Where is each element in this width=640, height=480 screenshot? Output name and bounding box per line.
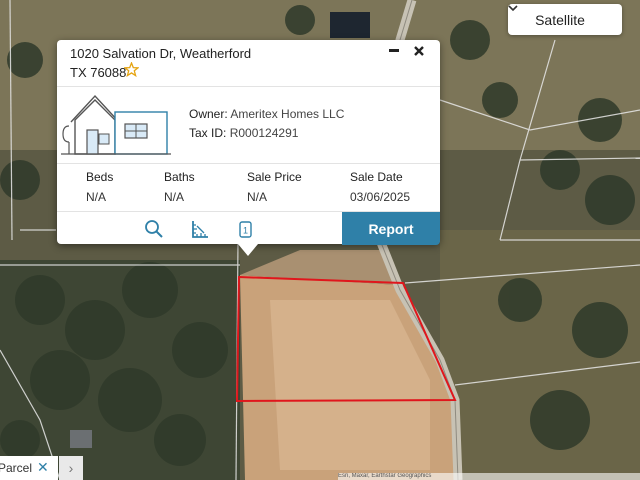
svg-text:1: 1 bbox=[243, 226, 248, 236]
satellite-map[interactable]: Satellite 1020 Salvation Dr, Weatherford… bbox=[0, 0, 640, 480]
stat-label: Beds bbox=[86, 170, 114, 184]
close-parcel-tab-icon[interactable]: ✕ bbox=[37, 459, 49, 476]
property-popup: 1020 Salvation Dr, Weatherford TX 76088 bbox=[57, 40, 440, 256]
stat-sale-price: Sale Price N/A bbox=[247, 170, 302, 204]
stat-beds: Beds N/A bbox=[86, 170, 113, 204]
stat-value: N/A bbox=[86, 190, 107, 204]
layer-select-label: Satellite bbox=[535, 11, 585, 28]
owner-value: Ameritex Homes LLC bbox=[230, 107, 345, 121]
report-button[interactable]: Report bbox=[342, 212, 440, 245]
owner-label: Owner: bbox=[189, 107, 228, 121]
parcel-tab-label: Parcel bbox=[0, 461, 33, 475]
stat-value: N/A bbox=[164, 190, 185, 204]
chevron-right-icon[interactable]: › bbox=[59, 456, 83, 480]
stat-sale-date: Sale Date 03/06/2025 bbox=[350, 170, 410, 204]
stat-label: Sale Price bbox=[247, 170, 302, 184]
tax-id-label: Tax ID: bbox=[189, 126, 227, 140]
property-stats: Beds N/A Baths N/A Sale Price N/A Sale D… bbox=[57, 163, 440, 212]
tax-id-value: R000124291 bbox=[229, 126, 299, 140]
stat-label: Baths bbox=[164, 170, 195, 184]
stat-value: 03/06/2025 bbox=[350, 190, 411, 204]
owner-info: Owner: Ameritex Homes LLC bbox=[189, 107, 344, 121]
popup-header: 1020 Salvation Dr, Weatherford TX 76088 bbox=[57, 40, 440, 87]
stat-label: Sale Date bbox=[350, 170, 403, 184]
layer-select-button[interactable]: Satellite bbox=[508, 4, 622, 35]
map-attribution: Esri, Maxar, Earthstar Geographics bbox=[338, 473, 640, 480]
popup-body: Owner: Ameritex Homes LLC Tax ID: R00012… bbox=[57, 87, 440, 163]
search-icon[interactable] bbox=[143, 218, 165, 240]
popup-toolbar: 1 Report bbox=[57, 211, 440, 245]
stat-value: N/A bbox=[247, 190, 268, 204]
stat-baths: Baths N/A bbox=[164, 170, 195, 204]
address-line-2: TX 76088 bbox=[70, 65, 127, 80]
tax-id-info: Tax ID: R000124291 bbox=[189, 126, 298, 140]
parcel-count-icon[interactable]: 1 bbox=[234, 218, 256, 240]
address-line-1: 1020 Salvation Dr, Weatherford bbox=[70, 46, 252, 61]
parcel-tab[interactable]: Parcel ✕ bbox=[0, 456, 58, 480]
measure-ruler-icon[interactable] bbox=[189, 218, 211, 240]
